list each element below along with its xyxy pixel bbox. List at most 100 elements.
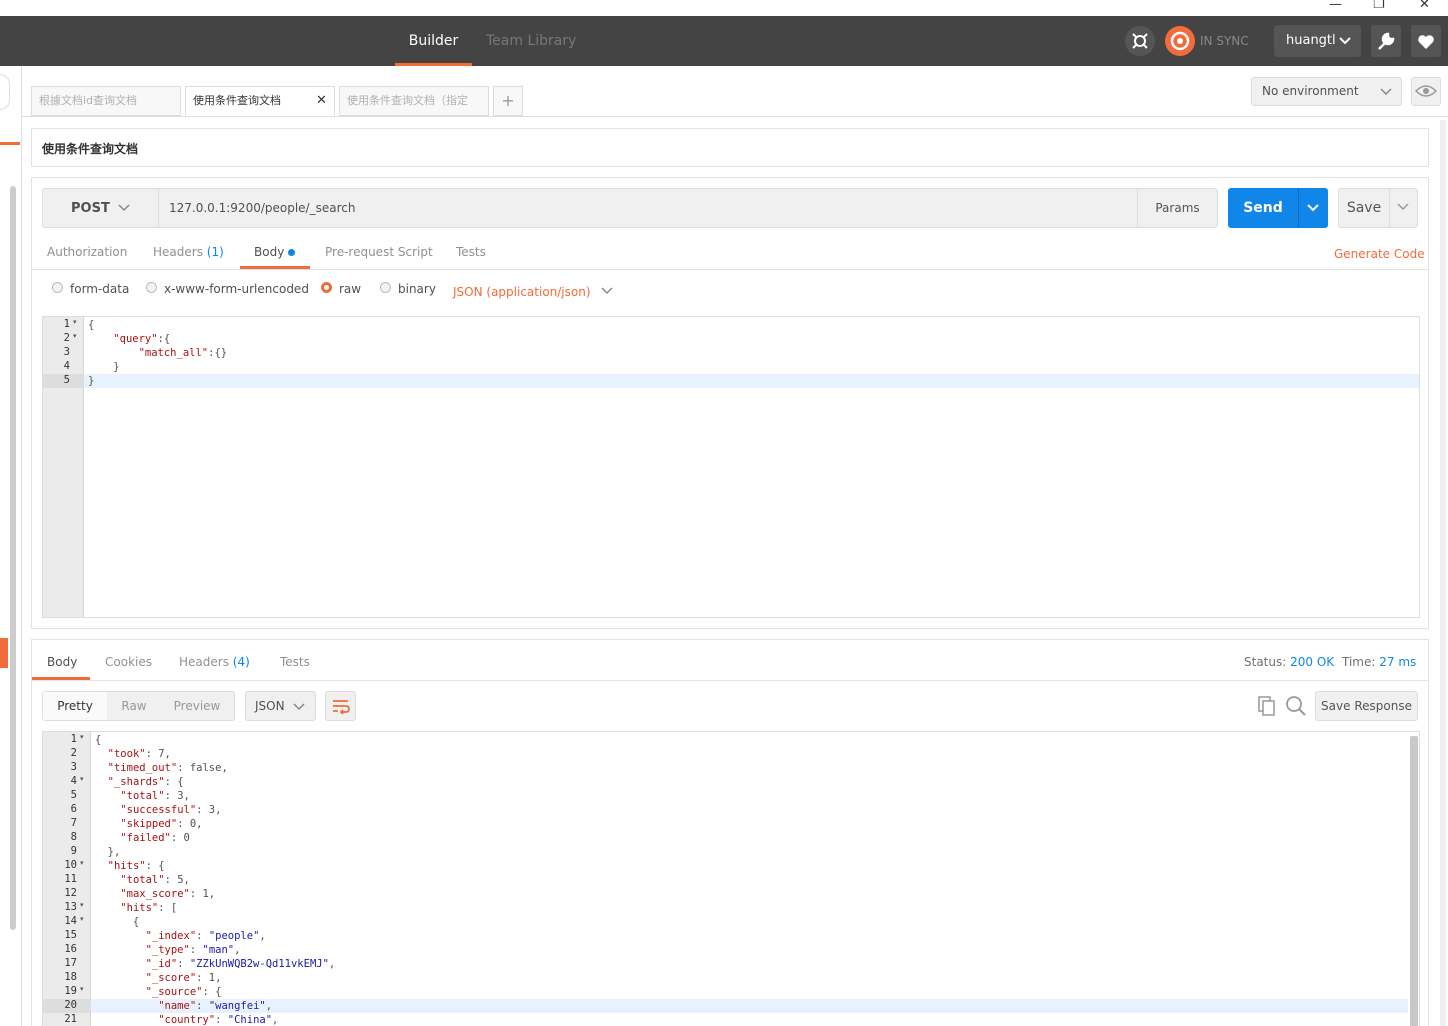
line-number: 2 (63, 332, 70, 344)
form-data-label[interactable]: form-data (70, 282, 129, 296)
tab-authorization[interactable]: Authorization (47, 245, 127, 259)
user-name: huangtl (1286, 33, 1336, 48)
time-label: Time: (1342, 655, 1376, 669)
response-format-select[interactable]: JSON (245, 691, 316, 721)
wrap-lines-icon[interactable] (325, 691, 356, 721)
send-button[interactable]: Send (1228, 188, 1298, 228)
response-code-line: 11 "total": 5, (43, 873, 1408, 887)
response-code-line: 2 "took": 7, (43, 747, 1408, 761)
line-number: 18 (64, 971, 77, 983)
line-number: 1 (63, 318, 70, 330)
tab-request-2[interactable]: 使用条件查询文档 ✕ (185, 86, 335, 116)
raw-button[interactable]: Raw (109, 692, 159, 720)
response-code-line: 14 ▾ { (43, 915, 1408, 929)
response-tab-cookies[interactable]: Cookies (105, 655, 152, 669)
params-button[interactable]: Params (1137, 188, 1218, 228)
response-tab-headers[interactable]: Headers (4) (179, 655, 250, 669)
settings-wrench-icon[interactable] (1371, 25, 1401, 57)
request-code-line: 2 ▾ "query":{ (43, 332, 1419, 346)
pretty-button[interactable]: Pretty (43, 692, 107, 720)
sidebar-scrollbar[interactable] (10, 186, 16, 930)
interceptor-icon[interactable] (1125, 26, 1155, 56)
sync-icon[interactable] (1165, 26, 1195, 56)
save-response-button[interactable]: Save Response (1315, 691, 1418, 721)
chevron-down-icon (1339, 37, 1351, 45)
fold-arrow-icon[interactable]: ▾ (80, 901, 84, 909)
tab-request-3[interactable]: 使用条件查询文档（指定 (339, 86, 489, 116)
response-tab-tests[interactable]: Tests (280, 655, 310, 669)
method-select[interactable]: POST (42, 188, 159, 228)
fold-arrow-icon[interactable]: ▾ (80, 985, 84, 993)
save-dropdown-icon[interactable] (1396, 201, 1410, 213)
code-text: "skipped": 0, (120, 818, 203, 830)
generate-code-link[interactable]: Generate Code (1334, 247, 1425, 261)
preview-button[interactable]: Preview (163, 692, 231, 720)
sidebar-toggle[interactable] (0, 74, 10, 110)
user-menu[interactable]: huangtl (1274, 25, 1361, 57)
binary-radio[interactable] (380, 282, 391, 293)
url-input[interactable]: 127.0.0.1:9200/people/_search (158, 188, 1138, 228)
chevron-down-icon (118, 204, 130, 212)
minimize-icon[interactable]: — (1329, 0, 1342, 12)
request-code-line: 3 "match_all":{} (43, 346, 1419, 360)
content-type-select[interactable]: JSON (application/json) (453, 284, 613, 299)
code-text: "_type": "man", (145, 944, 241, 956)
save-button[interactable]: Save (1339, 189, 1389, 227)
binary-label[interactable]: binary (398, 282, 436, 296)
tab-body-label: Body (254, 245, 285, 259)
search-icon[interactable] (1284, 694, 1308, 718)
code-text: "_id": "ZZkUnWQB2w-Qd11vkEMJ", (145, 958, 336, 970)
new-tab-button[interactable]: + (493, 86, 523, 116)
line-number: 2 (70, 747, 77, 759)
response-headers-label: Headers (179, 655, 229, 669)
tab-headers[interactable]: Headers (1) (153, 245, 224, 259)
response-view-group: Pretty Raw Preview (42, 691, 235, 721)
raw-label[interactable]: raw (339, 282, 361, 296)
copy-icon[interactable] (1256, 694, 1278, 718)
send-dropdown-icon[interactable] (1306, 202, 1320, 214)
close-window-icon[interactable]: ✕ (1419, 0, 1430, 12)
tab-request-1[interactable]: 根據文档id查询文档 (31, 86, 181, 116)
builder-tab[interactable]: Builder (395, 16, 472, 66)
tab-tests[interactable]: Tests (456, 245, 486, 259)
fold-arrow-icon[interactable]: ▾ (73, 318, 77, 326)
urlencoded-radio[interactable] (146, 282, 157, 293)
team-library-tab[interactable]: Team Library (486, 16, 576, 66)
request-body-editor[interactable]: 1 ▾{2 ▾ "query":{3 "match_all":{} 4 } 5} (42, 316, 1420, 618)
close-tab-icon[interactable]: ✕ (316, 87, 327, 115)
response-body-viewer[interactable]: 1 ▾{2 "took": 7, 3 "timed_out": false, 4 ▾ "… (42, 731, 1420, 1026)
fold-arrow-icon[interactable]: ▾ (80, 859, 84, 867)
line-number: 12 (64, 887, 77, 899)
environment-select[interactable]: No environment (1251, 77, 1402, 106)
save-button-group: Save (1338, 188, 1418, 228)
fold-arrow-icon[interactable]: ▾ (80, 775, 84, 783)
tab-body[interactable]: Body (254, 245, 295, 259)
raw-radio[interactable] (321, 282, 332, 293)
sidebar-selected-marker (0, 638, 8, 668)
code-text: "total": 3, (120, 790, 190, 802)
code-text: { (95, 916, 140, 928)
code-text: "took": 7, (107, 748, 171, 760)
eye-icon[interactable] (1411, 77, 1441, 106)
heart-icon[interactable] (1411, 25, 1441, 57)
code-text: "failed": 0 (120, 832, 190, 844)
fold-arrow-icon[interactable]: ▾ (80, 915, 84, 923)
fold-arrow-icon[interactable]: ▾ (73, 332, 77, 340)
fold-arrow-icon[interactable]: ▾ (80, 733, 84, 741)
body-indicator-dot (288, 249, 295, 256)
line-number: 7 (70, 817, 77, 829)
urlencoded-label[interactable]: x-www-form-urlencoded (164, 282, 309, 296)
line-number: 16 (64, 943, 77, 955)
main-scrollbar[interactable] (1440, 120, 1446, 1026)
line-number: 13 (64, 901, 77, 913)
form-data-radio[interactable] (52, 282, 63, 293)
response-code-line: 6 "successful": 3, (43, 803, 1408, 817)
request-name-field[interactable]: 使用条件查询文档 (31, 128, 1429, 167)
code-text: "_index": "people", (145, 930, 266, 942)
tab-pre-request-script[interactable]: Pre-request Script (325, 245, 433, 259)
response-tab-body[interactable]: Body (47, 655, 77, 669)
request-code-line: 4 } (43, 360, 1419, 374)
code-text: "name": "wangfei", (158, 1000, 273, 1012)
restore-icon[interactable]: ❐ (1373, 0, 1385, 12)
response-scrollbar[interactable] (1410, 736, 1418, 1026)
